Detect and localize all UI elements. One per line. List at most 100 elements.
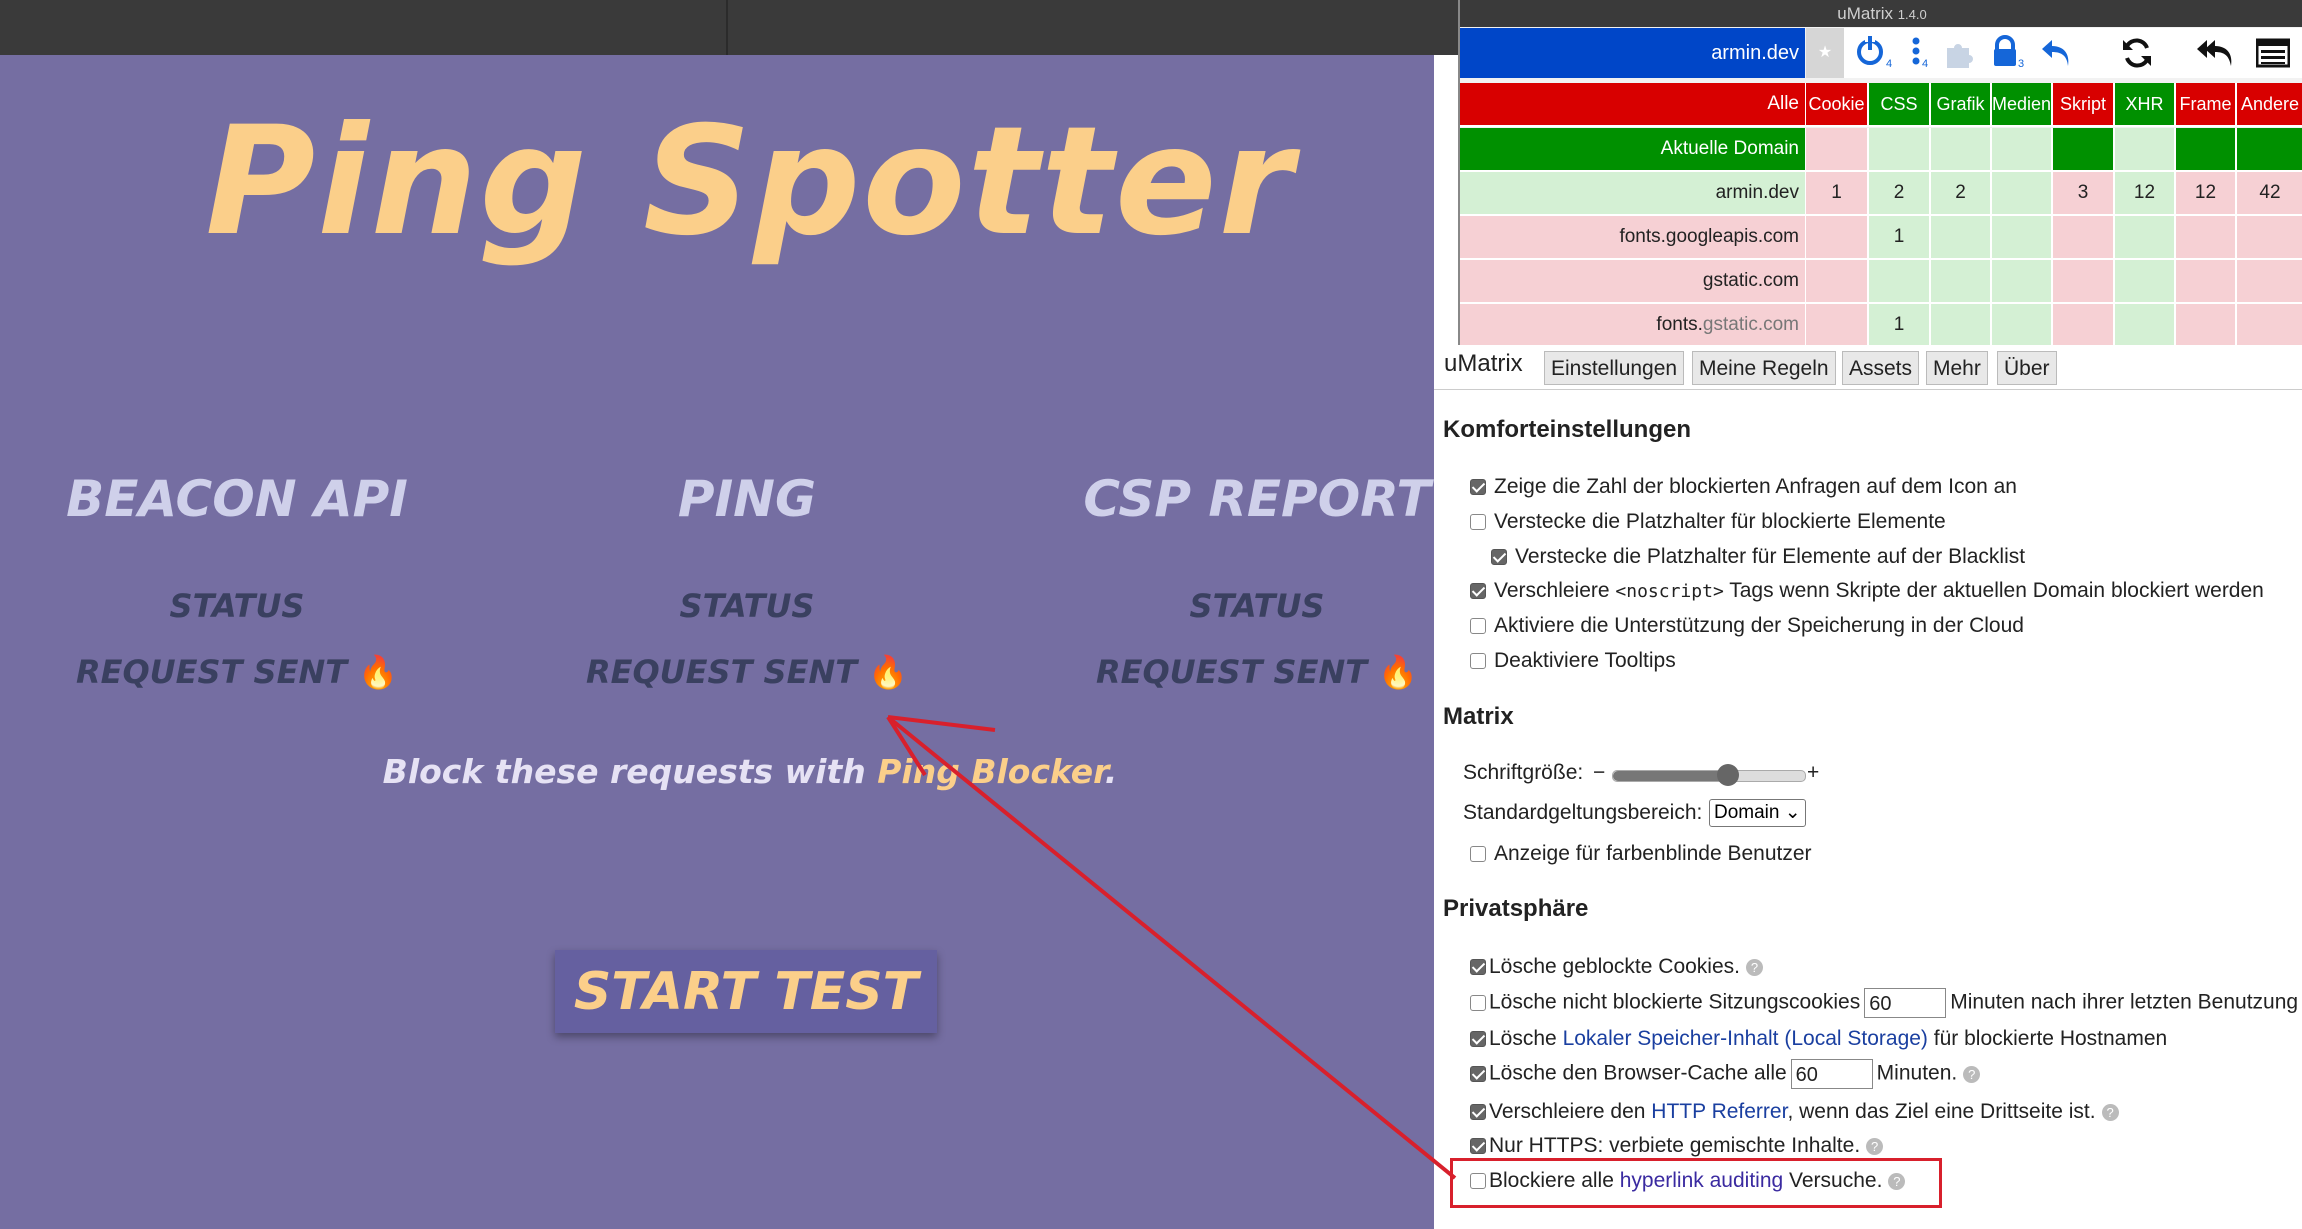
tab-einstellungen[interactable]: Einstellungen: [1544, 351, 1685, 385]
option-clear-cache[interactable]: Lösche den Browser-Cache alle 60 Minuten.?: [1470, 1059, 1981, 1089]
help-icon[interactable]: ?: [1963, 1065, 1981, 1083]
session-cookie-minutes-input[interactable]: 60: [1864, 988, 1947, 1018]
matrix-cell[interactable]: [2115, 304, 2175, 346]
option-delete-local-storage[interactable]: Lösche Lokaler Speicher-Inhalt (Local St…: [1470, 1027, 2167, 1051]
matrix-cell[interactable]: [1992, 128, 2052, 170]
matrix-cell[interactable]: [2053, 260, 2114, 302]
matrix-row-label[interactable]: gstatic.com: [1460, 260, 1805, 302]
matrix-type-grafik[interactable]: Grafik: [1931, 83, 1991, 125]
matrix-cell[interactable]: [1806, 128, 1868, 170]
lock-button[interactable]: 3: [1990, 34, 2024, 75]
matrix-cell[interactable]: [2115, 260, 2175, 302]
matrix-cell[interactable]: [1869, 260, 1930, 302]
option-hide-blacklist-placeholders[interactable]: Verstecke die Platzhalter für Elemente a…: [1491, 545, 2025, 569]
matrix-cell[interactable]: [1931, 128, 1991, 170]
dashboard-button[interactable]: [2255, 38, 2291, 73]
matrix-cell[interactable]: [2053, 128, 2114, 170]
matrix-cell[interactable]: [1869, 128, 1930, 170]
reload-button[interactable]: [2120, 36, 2154, 75]
option-hide-placeholders[interactable]: Verstecke die Platzhalter für blockierte…: [1470, 510, 1946, 534]
matrix-type-medien[interactable]: Medien: [1992, 83, 2052, 125]
matrix-cell[interactable]: [1992, 260, 2052, 302]
matrix-cell[interactable]: 2: [1869, 172, 1930, 214]
matrix-type-andere[interactable]: Andere: [2237, 83, 2302, 125]
dots-button[interactable]: 4: [1908, 34, 1928, 75]
checkbox[interactable]: [1470, 583, 1486, 599]
power-button[interactable]: 4: [1855, 34, 1892, 75]
option-spoof-noscript[interactable]: Verschleiere <noscript> Tags wenn Skript…: [1470, 579, 2264, 603]
checkbox[interactable]: [1470, 994, 1486, 1011]
matrix-cell[interactable]: [2176, 304, 2236, 346]
matrix-cell[interactable]: 3: [2053, 172, 2114, 214]
help-icon[interactable]: ?: [2101, 1103, 2119, 1121]
scope-domain-bar[interactable]: armin.dev: [1460, 28, 1805, 78]
checkbox[interactable]: [1470, 1031, 1486, 1047]
matrix-cell[interactable]: [2176, 260, 2236, 302]
matrix-cell[interactable]: [1992, 216, 2052, 258]
matrix-cell[interactable]: 2: [1931, 172, 1991, 214]
option-show-count[interactable]: Zeige die Zahl der blockierten Anfragen …: [1470, 475, 2017, 499]
matrix-cell[interactable]: [2053, 216, 2114, 258]
tab-mehr[interactable]: Mehr: [1926, 351, 1988, 385]
font-size-slider[interactable]: [1612, 764, 1806, 786]
matrix-type-frame[interactable]: Frame: [2176, 83, 2236, 125]
matrix-row-label[interactable]: Aktuelle Domain: [1460, 128, 1805, 170]
checkbox[interactable]: [1470, 479, 1486, 495]
checkbox[interactable]: [1470, 514, 1486, 530]
tab-ueber[interactable]: Über: [1997, 351, 2057, 385]
matrix-cell[interactable]: [2176, 128, 2236, 170]
matrix-type-skript[interactable]: Skript: [2053, 83, 2114, 125]
start-test-button[interactable]: START TEST: [555, 950, 937, 1033]
matrix-type-xhr[interactable]: XHR: [2115, 83, 2175, 125]
checkbox[interactable]: [1470, 618, 1486, 634]
matrix-cell[interactable]: 12: [2176, 172, 2236, 214]
matrix-type-cookie[interactable]: Cookie: [1806, 83, 1868, 125]
matrix-cell[interactable]: [1931, 260, 1991, 302]
tab-meine-regeln[interactable]: Meine Regeln: [1692, 351, 1836, 385]
puzzle-button[interactable]: [1943, 38, 1975, 75]
scope-select[interactable]: Domain ⌄: [1709, 799, 1806, 827]
matrix-cell[interactable]: [2237, 216, 2302, 258]
matrix-cell[interactable]: [1806, 216, 1868, 258]
matrix-cell[interactable]: [2237, 128, 2302, 170]
checkbox[interactable]: [1470, 959, 1486, 975]
checkbox[interactable]: [1470, 1065, 1486, 1082]
option-https-only[interactable]: Nur HTTPS: verbiete gemischte Inhalte.?: [1470, 1134, 1884, 1158]
matrix-row-label[interactable]: armin.dev: [1460, 172, 1805, 214]
cache-minutes-input[interactable]: 60: [1790, 1059, 1873, 1089]
local-storage-link[interactable]: Lokaler Speicher-Inhalt (Local Storage): [1563, 1027, 1928, 1050]
matrix-cell[interactable]: [1931, 216, 1991, 258]
matrix-cell[interactable]: [2115, 216, 2175, 258]
matrix-cell[interactable]: [2053, 304, 2114, 346]
help-icon[interactable]: ?: [1746, 958, 1763, 976]
tab-assets[interactable]: Assets: [1842, 351, 1920, 385]
ping-blocker-link[interactable]: Ping Blocker: [877, 752, 1105, 791]
matrix-row-label[interactable]: fonts.gstatic.com: [1460, 304, 1805, 346]
matrix-cell[interactable]: [1992, 304, 2052, 346]
matrix-cell[interactable]: [1806, 304, 1868, 346]
checkbox[interactable]: [1470, 1138, 1486, 1154]
option-spoof-referrer[interactable]: Verschleiere den HTTP Referrer, wenn das…: [1470, 1100, 2119, 1124]
global-scope-button[interactable]: ★: [1806, 28, 1844, 78]
matrix-cell[interactable]: [2237, 260, 2302, 302]
revert-button[interactable]: [2040, 36, 2074, 75]
matrix-cell[interactable]: 12: [2115, 172, 2175, 214]
checkbox[interactable]: [1470, 653, 1486, 669]
checkbox[interactable]: [1470, 846, 1486, 862]
matrix-type-css[interactable]: CSS: [1869, 83, 1930, 125]
option-disable-tooltips[interactable]: Deaktiviere Tooltips: [1470, 649, 1676, 673]
matrix-cell[interactable]: 1: [1806, 172, 1868, 214]
option-cloud-storage[interactable]: Aktiviere die Unterstützung der Speicher…: [1470, 614, 2024, 638]
matrix-cell[interactable]: [2115, 128, 2175, 170]
checkbox[interactable]: [1491, 549, 1507, 565]
http-referrer-link[interactable]: HTTP Referrer: [1651, 1100, 1787, 1123]
matrix-cell[interactable]: [2237, 304, 2302, 346]
revert-all-button[interactable]: [2195, 36, 2233, 75]
matrix-all-cell[interactable]: Alle: [1460, 83, 1805, 125]
matrix-cell[interactable]: [1806, 260, 1868, 302]
matrix-cell[interactable]: [1992, 172, 2052, 214]
matrix-cell[interactable]: [2176, 216, 2236, 258]
option-colorblind[interactable]: Anzeige für farbenblinde Benutzer: [1470, 842, 1812, 866]
checkbox[interactable]: [1470, 1104, 1486, 1120]
matrix-cell[interactable]: 42: [2237, 172, 2302, 214]
